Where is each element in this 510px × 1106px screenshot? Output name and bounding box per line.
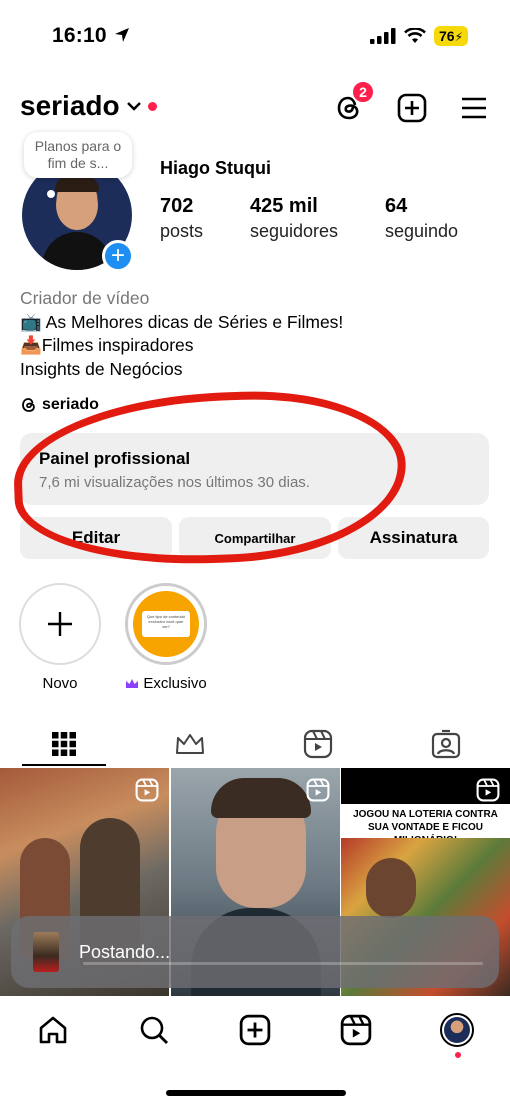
username-label: seriado	[20, 90, 120, 121]
crown-icon	[176, 734, 204, 754]
home-indicator	[166, 1090, 346, 1096]
highlight-label: Exclusivo	[143, 675, 207, 692]
reel-indicator-icon	[135, 778, 159, 802]
threads-profile-link[interactable]: seriado	[20, 396, 99, 414]
stat-posts[interactable]: 702 posts	[160, 195, 203, 242]
tagged-icon	[431, 729, 461, 759]
stat-followers[interactable]: 425 mil seguidores	[250, 195, 338, 242]
hamburger-icon	[462, 97, 486, 119]
bio: Criador de vídeo 📺 As Melhores dicas de …	[20, 287, 343, 381]
highlight-exclusive[interactable]: Que tipo de conteúdo exclusivo você quer…	[125, 583, 207, 692]
reels-icon	[303, 729, 333, 759]
note-bubble[interactable]: Planos para o fim de s...	[24, 132, 132, 178]
note-bubble-tail	[47, 190, 55, 198]
highlight-new[interactable]: Novo	[19, 583, 101, 692]
bio-line: 📥Filmes inspiradores	[20, 335, 194, 355]
post-caption-overlay: JOGOU NA LOTERIA CONTRA SUA VONTADE E FI…	[341, 804, 510, 846]
threads-icon	[22, 398, 35, 412]
profile-name: Hiago Stuqui	[160, 158, 271, 178]
threads-badge: 2	[351, 80, 375, 104]
stat-following[interactable]: 64 seguindo	[385, 195, 458, 242]
nav-profile[interactable]	[437, 1010, 477, 1050]
grid-icon	[52, 732, 76, 756]
posting-toast: Postando...	[11, 916, 499, 988]
threads-handle: seriado	[42, 396, 99, 413]
battery-indicator: 76⚡	[433, 26, 468, 46]
menu-button[interactable]	[458, 92, 490, 124]
highlight-cover-card: Que tipo de conteúdo exclusivo você quer…	[142, 611, 190, 637]
posting-status: Postando...	[79, 941, 171, 962]
tab-exclusive[interactable]	[148, 722, 232, 766]
highlight-circle	[19, 583, 101, 665]
location-arrow-icon	[114, 28, 129, 42]
tab-active-indicator	[22, 764, 106, 766]
reel-indicator-icon	[476, 778, 500, 802]
reels-icon	[340, 1014, 372, 1046]
plus-square-icon	[239, 1014, 271, 1046]
stat-label: seguidores	[250, 221, 339, 241]
status-right: 76⚡	[369, 26, 468, 46]
profile-notification-dot	[455, 1052, 461, 1058]
create-button[interactable]	[396, 92, 428, 124]
threads-button[interactable]: 2	[333, 80, 375, 124]
stat-label: seguindo	[385, 221, 459, 241]
nav-create[interactable]	[235, 1010, 275, 1050]
crown-icon	[126, 679, 139, 688]
stat-value: 425 mil	[250, 195, 318, 217]
highlight-label-row: Exclusivo	[125, 675, 207, 692]
posting-thumbnail	[33, 932, 59, 972]
account-switcher[interactable]: seriado	[20, 90, 157, 122]
add-story-button[interactable]: +	[102, 240, 134, 272]
stat-label: posts	[160, 221, 204, 241]
reel-indicator-icon	[306, 778, 330, 802]
chevron-down-icon	[126, 102, 141, 111]
highlight-circle: Que tipo de conteúdo exclusivo você quer…	[125, 583, 207, 665]
stat-value: 702	[160, 195, 194, 217]
home-icon	[39, 1016, 67, 1044]
plus-icon	[48, 612, 72, 636]
search-icon	[140, 1016, 168, 1044]
plus-icon: +	[110, 242, 125, 269]
wifi-icon	[404, 28, 426, 43]
status-time: 16:10	[52, 24, 131, 48]
highlight-label: Novo	[42, 675, 78, 692]
nav-search[interactable]	[134, 1010, 174, 1050]
nav-reels[interactable]	[336, 1010, 376, 1050]
bio-line: Insights de Negócios	[20, 358, 183, 379]
notification-dot	[147, 101, 157, 111]
plus-square-icon	[397, 93, 427, 123]
tab-reels[interactable]	[276, 722, 360, 766]
tab-grid[interactable]	[22, 722, 106, 766]
posting-progress-bar	[83, 962, 483, 965]
profile-category: Criador de vídeo	[20, 288, 150, 308]
stat-value: 64	[385, 195, 408, 217]
signal-icon	[369, 28, 396, 44]
bio-line: 📺 As Melhores dicas de Séries e Filmes!	[20, 311, 344, 332]
tab-tagged[interactable]	[404, 722, 488, 766]
nav-home[interactable]	[33, 1010, 73, 1050]
profile-avatar-small	[440, 1013, 474, 1047]
